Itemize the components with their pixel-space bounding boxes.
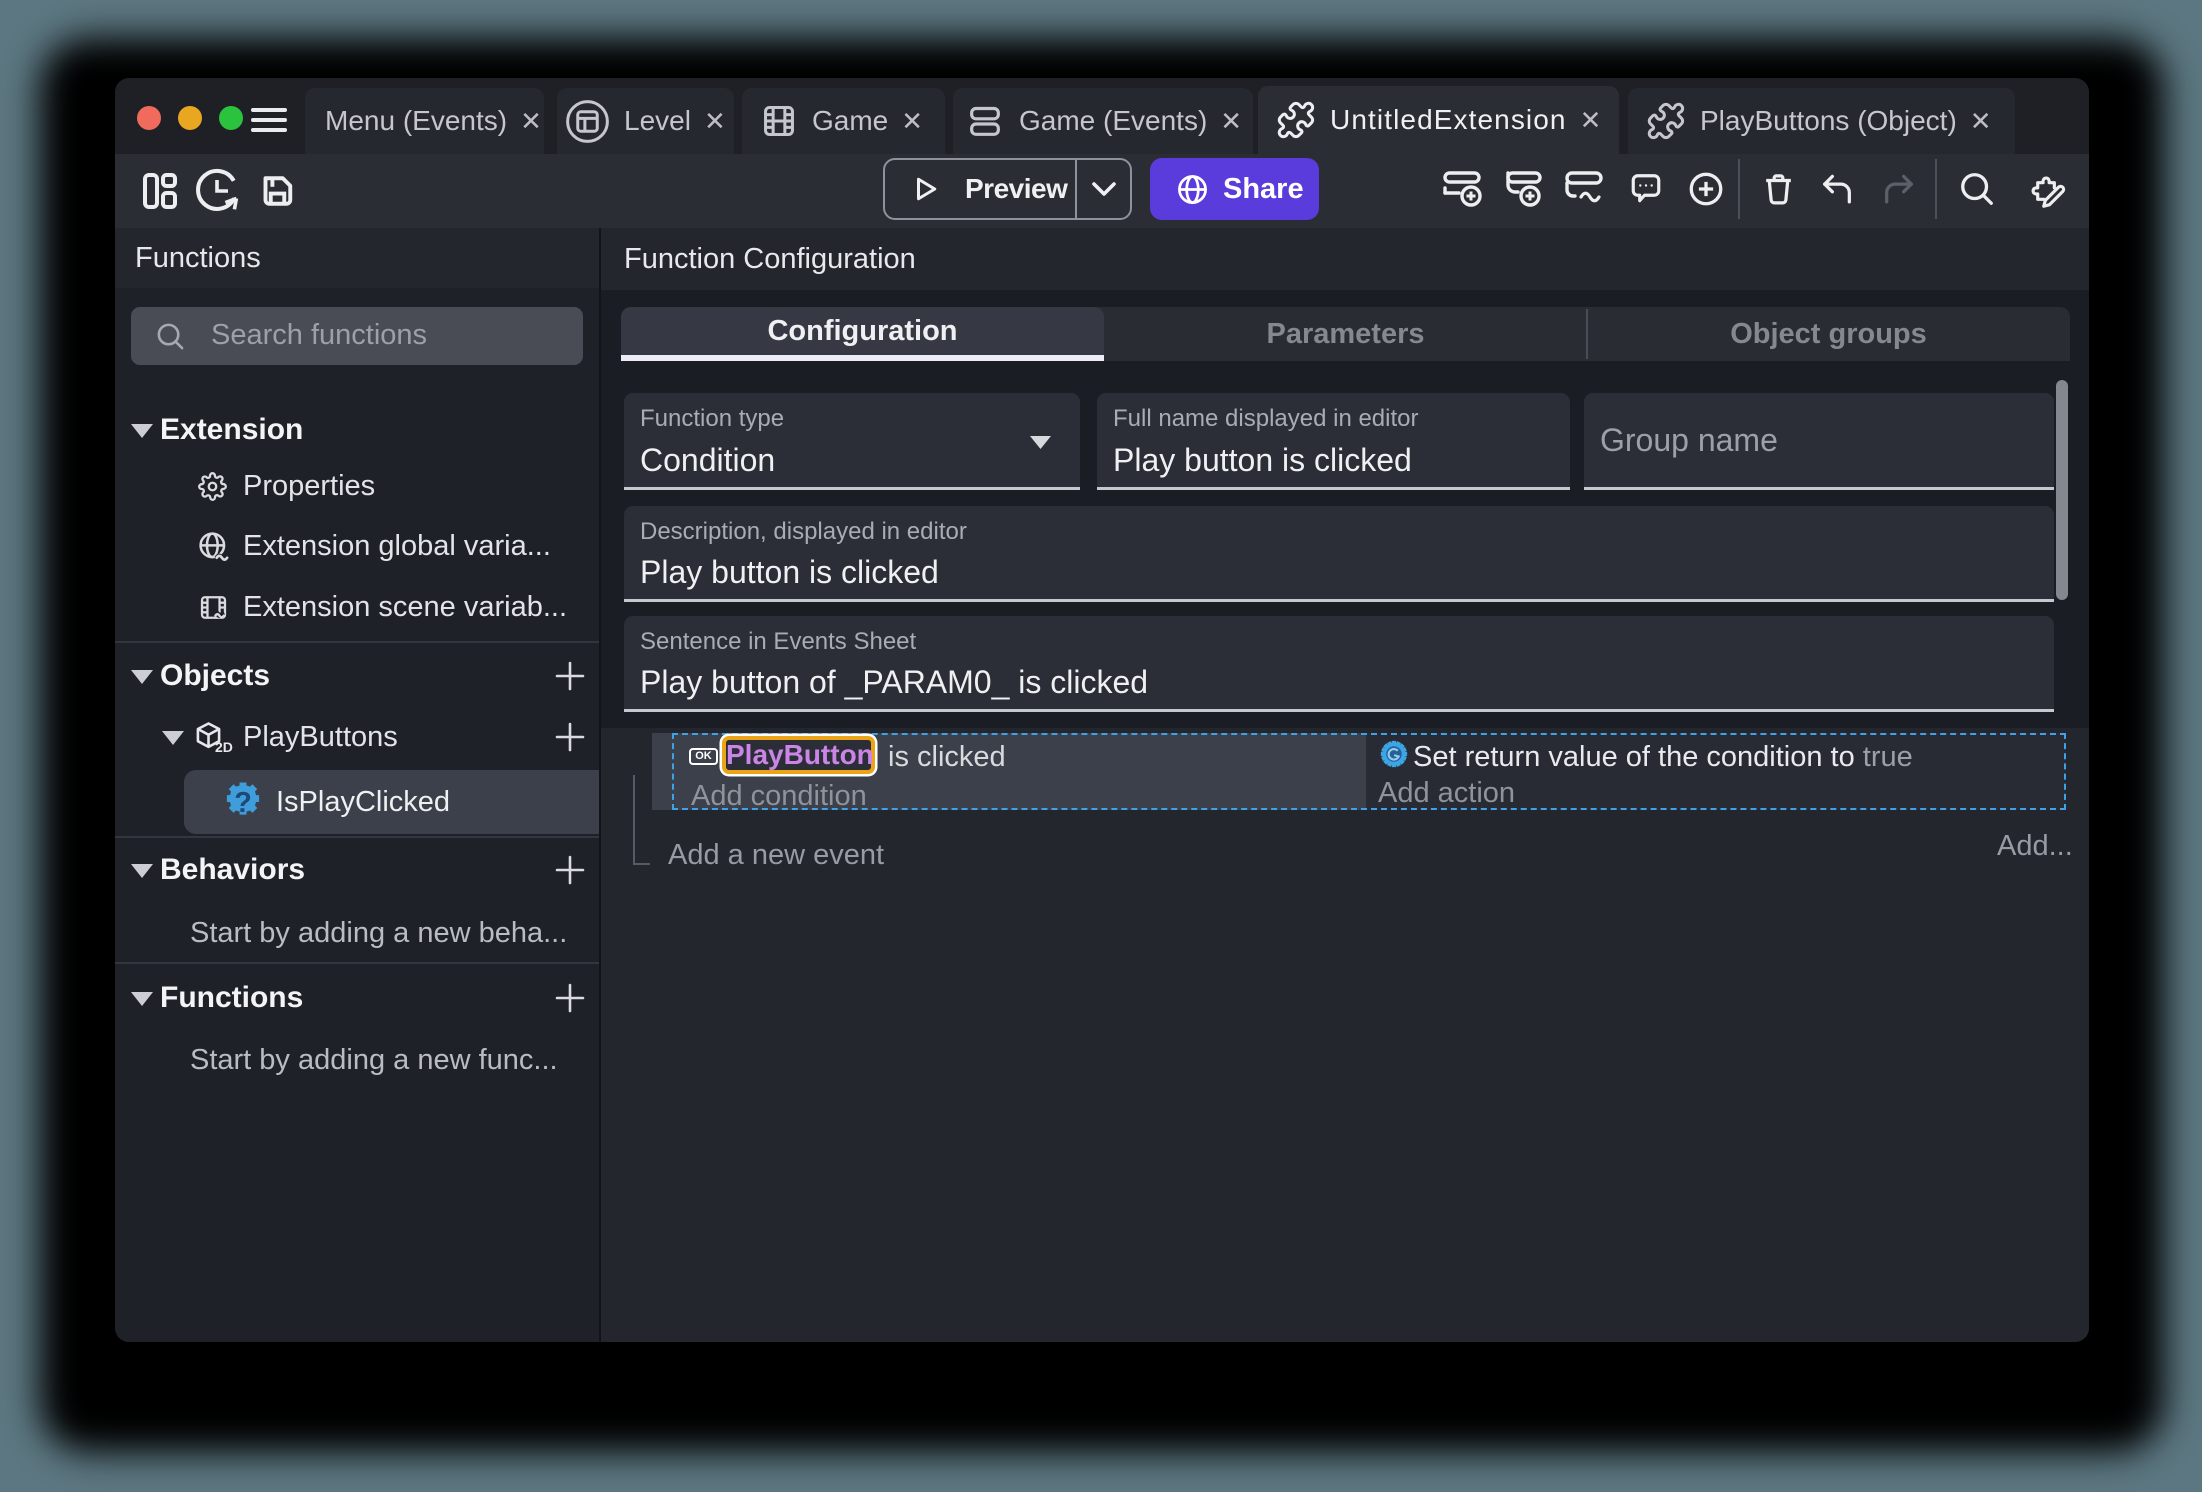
- svg-text:?: ?: [234, 787, 252, 819]
